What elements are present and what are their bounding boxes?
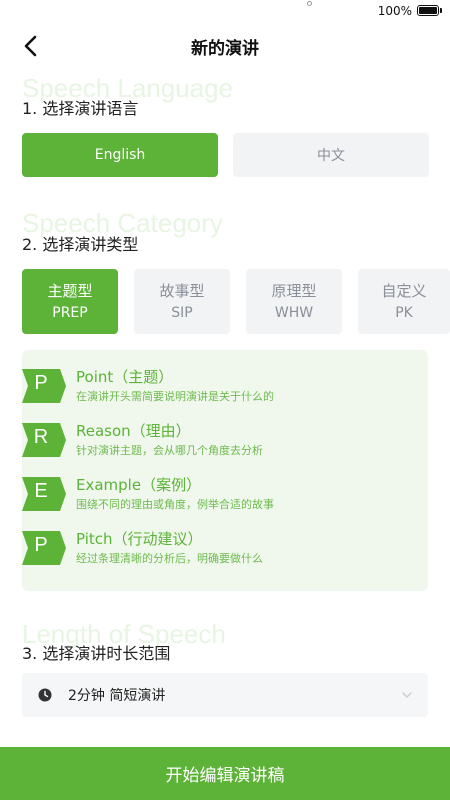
step-title: Example（案例） [76,476,202,494]
status-bar: 100% [0,0,450,22]
type-option-pk[interactable]: 自定义 PK [358,269,450,334]
step-letter: P [34,533,48,556]
type-code: WHW [274,304,314,321]
step-desc: 经过条理清晰的分析后，明确要做什么 [76,552,263,565]
language-option-chinese[interactable]: 中文 [233,133,429,177]
battery-percent: 100% [377,4,412,18]
type-name: 自定义 [381,281,427,300]
prep-step-example: E Example（案例） 围绕不同的理由或角度，例举合适的故事 [22,474,428,514]
prep-step-reason: R Reason（理由） 针对演讲主题，会从哪几个角度去分析 [22,420,428,460]
clock-icon [38,688,52,702]
section-title-language: 1. 选择演讲语言 [22,99,139,118]
step-title: Reason（理由） [76,422,191,440]
step-desc: 围绕不同的理由或角度，例举合适的故事 [76,498,274,511]
step-letter: E [34,479,48,502]
type-name: 主题型 [47,281,93,300]
prep-explanation-panel: P Point（主题） 在演讲开头需简要说明演讲是关于什么的 R Reason（… [22,350,428,591]
type-name: 原理型 [271,281,317,300]
battery-icon [417,5,439,16]
prep-step-point: P Point（主题） 在演讲开头需简要说明演讲是关于什么的 [22,366,428,406]
step-desc: 在演讲开头需简要说明演讲是关于什么的 [76,390,274,403]
chevron-down-icon [402,692,412,698]
type-code: PREP [52,304,88,321]
type-code: PK [395,304,413,321]
type-option-sip[interactable]: 故事型 SIP [134,269,230,334]
type-option-whw[interactable]: 原理型 WHW [246,269,342,334]
start-editing-button[interactable]: 开始编辑演讲稿 [0,747,450,800]
step-desc: 针对演讲主题，会从哪几个角度去分析 [76,444,263,457]
duration-select[interactable]: 2分钟 简短演讲 [22,673,428,717]
step-letter: R [33,425,49,448]
step-title: Pitch（行动建议） [76,530,203,548]
type-code: SIP [171,304,193,321]
step-letter: P [34,371,48,394]
language-option-english[interactable]: English [22,133,218,177]
nav-bar: 新的演讲 [0,28,450,64]
duration-value: 2分钟 简短演讲 [68,688,166,704]
type-option-prep[interactable]: 主题型 PREP [22,269,118,334]
camera-dot [307,1,312,6]
section-title-length: 3. 选择演讲时长范围 [22,644,171,663]
battery-cap [440,8,442,13]
section-title-category: 2. 选择演讲类型 [22,235,139,254]
prep-step-pitch: P Pitch（行动建议） 经过条理清晰的分析后，明确要做什么 [22,528,428,568]
page-title: 新的演讲 [191,39,259,59]
type-name: 故事型 [159,281,205,300]
step-title: Point（主题） [76,368,174,386]
